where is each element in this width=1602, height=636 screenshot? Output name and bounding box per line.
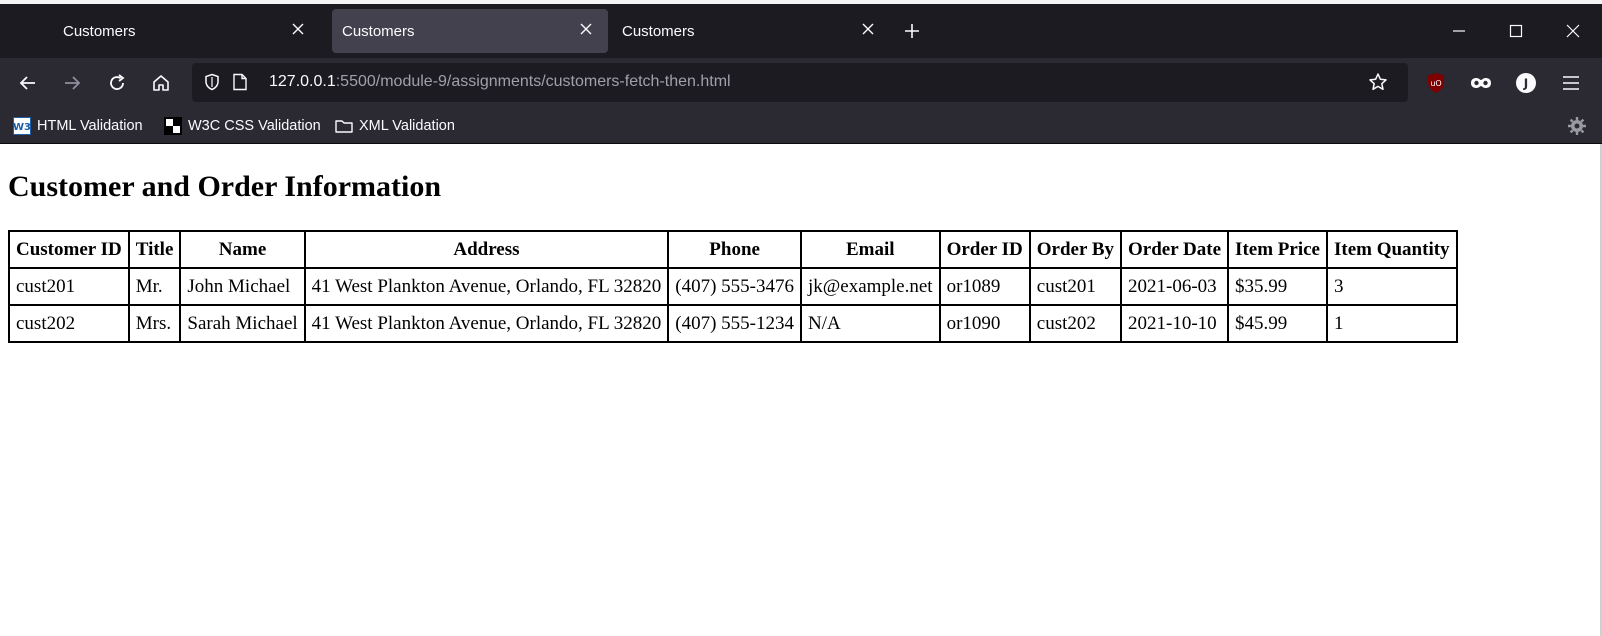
cell-phone: (407) 555-1234 xyxy=(668,305,801,342)
header-address: Address xyxy=(304,231,669,268)
tab-title: Customers xyxy=(622,23,695,40)
header-phone: Phone xyxy=(668,231,801,268)
bookmark-xml-validation[interactable]: XML Validation xyxy=(335,116,455,136)
cell-order-by: cust201 xyxy=(1029,268,1121,305)
cell-title: Mrs. xyxy=(128,305,181,342)
page-icon[interactable] xyxy=(230,72,250,92)
cell-order-id: or1090 xyxy=(939,305,1030,342)
url-bar[interactable]: 127.0.0.1:5500/module-9/assignments/cust… xyxy=(192,63,1408,102)
cell-item-quantity: 3 xyxy=(1326,268,1457,305)
forward-arrow-icon[interactable] xyxy=(59,70,85,96)
close-icon[interactable] xyxy=(858,19,878,39)
table-row: cust202 Mrs. Sarah Michael 41 West Plank… xyxy=(9,305,1457,342)
menu-hamburger-icon[interactable] xyxy=(1558,70,1584,96)
tab-title: Customers xyxy=(342,23,415,40)
ublock-origin-icon[interactable]: uO xyxy=(1423,70,1449,96)
cell-phone: (407) 555-3476 xyxy=(668,268,801,305)
cell-order-date: 2021-06-03 xyxy=(1121,268,1229,305)
header-title: Title xyxy=(128,231,181,268)
cell-order-id: or1089 xyxy=(939,268,1030,305)
bookmark-star-icon[interactable] xyxy=(1368,72,1388,92)
account-avatar-icon[interactable]: J xyxy=(1513,70,1539,96)
table-row: cust201 Mr. John Michael 41 West Plankto… xyxy=(9,268,1457,305)
page-title: Customer and Order Information xyxy=(8,170,442,203)
window-close-icon[interactable] xyxy=(1561,19,1585,43)
header-item-price: Item Price xyxy=(1228,231,1327,268)
header-item-quantity: Item Quantity xyxy=(1326,231,1457,268)
bookmark-html-validation[interactable]: W3 HTML Validation xyxy=(13,116,143,136)
customer-order-table: Customer ID Title Name Address Phone Ema… xyxy=(8,230,1458,343)
header-order-id: Order ID xyxy=(939,231,1030,268)
header-order-by: Order By xyxy=(1029,231,1121,268)
back-arrow-icon[interactable] xyxy=(15,70,41,96)
cell-item-price: $45.99 xyxy=(1228,305,1327,342)
cell-item-quantity: 1 xyxy=(1326,305,1457,342)
maximize-icon[interactable] xyxy=(1504,19,1528,43)
bookmark-label: HTML Validation xyxy=(37,118,143,134)
tab-customers-2[interactable]: Customers xyxy=(332,9,608,53)
shield-icon[interactable] xyxy=(202,72,222,92)
cell-order-by: cust202 xyxy=(1029,305,1121,342)
header-order-date: Order Date xyxy=(1121,231,1229,268)
close-icon[interactable] xyxy=(576,19,596,39)
url-path: :5500/module-9/assignments/customers-fet… xyxy=(335,73,731,90)
w3c-icon: W3 xyxy=(13,117,31,135)
svg-text:uO: uO xyxy=(1430,79,1441,88)
home-icon[interactable] xyxy=(148,70,174,96)
close-icon[interactable] xyxy=(288,19,308,39)
url-text[interactable]: 127.0.0.1:5500/module-9/assignments/cust… xyxy=(269,73,731,91)
cell-address: 41 West Plankton Avenue, Orlando, FL 328… xyxy=(304,268,669,305)
bookmark-label: W3C CSS Validation xyxy=(188,118,321,134)
header-customer-id: Customer ID xyxy=(9,231,129,268)
reload-icon[interactable] xyxy=(104,70,130,96)
cell-name: John Michael xyxy=(180,268,305,305)
table-header-row: Customer ID Title Name Address Phone Ema… xyxy=(9,231,1457,268)
cell-email: N/A xyxy=(800,305,940,342)
private-mask-icon[interactable] xyxy=(1468,70,1494,96)
cell-customer-id: cust202 xyxy=(9,305,129,342)
bookmarks-toolbar: W3 HTML Validation W3C CSS Validation XM… xyxy=(0,108,1602,144)
bookmark-w3c-css-validation[interactable]: W3C CSS Validation xyxy=(164,116,321,136)
new-tab-plus-icon[interactable] xyxy=(900,19,924,43)
tab-customers-3[interactable]: Customers xyxy=(614,9,890,53)
tab-customers-1[interactable]: Customers xyxy=(35,9,320,53)
url-host: 127.0.0.1 xyxy=(269,73,336,90)
cell-order-date: 2021-10-10 xyxy=(1121,305,1229,342)
cell-title: Mr. xyxy=(128,268,181,305)
svg-text:J: J xyxy=(1523,77,1528,91)
cell-name: Sarah Michael xyxy=(180,305,305,342)
cell-email: jk@example.net xyxy=(800,268,940,305)
tab-title: Customers xyxy=(63,23,136,40)
tab-bar: Customers Customers Customers xyxy=(0,4,1602,58)
folder-icon xyxy=(335,117,353,135)
cell-address: 41 West Plankton Avenue, Orlando, FL 328… xyxy=(304,305,669,342)
header-email: Email xyxy=(800,231,940,268)
page-content: Customer and Order Information Customer … xyxy=(0,144,1602,636)
cell-item-price: $35.99 xyxy=(1228,268,1327,305)
css-validator-icon xyxy=(164,117,182,135)
navigation-toolbar: 127.0.0.1:5500/module-9/assignments/cust… xyxy=(0,58,1602,108)
svg-text:W3: W3 xyxy=(13,122,31,133)
cell-customer-id: cust201 xyxy=(9,268,129,305)
minimize-icon[interactable] xyxy=(1447,19,1471,43)
header-name: Name xyxy=(180,231,305,268)
bookmark-label: XML Validation xyxy=(359,118,455,134)
gear-icon[interactable] xyxy=(1567,116,1587,136)
